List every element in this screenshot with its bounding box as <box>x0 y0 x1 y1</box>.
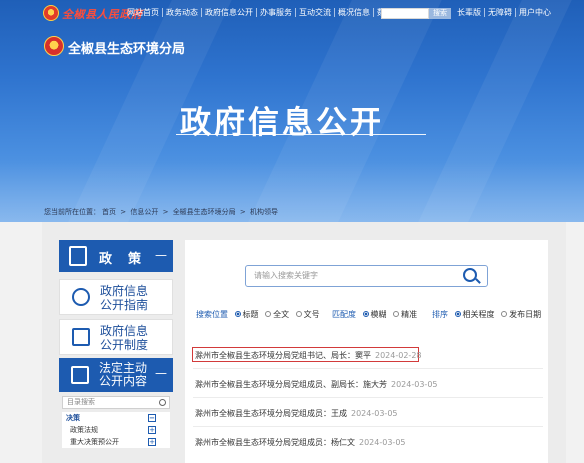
nav-news[interactable]: 政务动态 <box>163 8 202 17</box>
directory-tree: 决策 − 政策法规 + 重大决策预公开 + <box>62 412 170 448</box>
sidebar-item-policy[interactable]: 政策 — <box>59 240 173 272</box>
expand-icon[interactable]: + <box>148 426 156 434</box>
tree-item-regulations[interactable]: 政策法规 + <box>62 424 170 436</box>
nav-home[interactable]: 网站首页 <box>124 8 163 17</box>
filter-match: 匹配度 模糊 精准 <box>332 310 418 319</box>
radio-fulltext[interactable] <box>265 310 272 317</box>
collapse-icon[interactable]: — <box>155 366 167 380</box>
tree-item-decision[interactable]: 决策 − <box>62 412 170 424</box>
top-nav-bar: 全椒县人民政府 网站首页 政务动态 政府信息公开 办事服务 互动交流 概况信息 … <box>0 0 584 26</box>
breadcrumb-bureau[interactable]: 全椒县生态环境分局 <box>173 208 236 216</box>
radio-title[interactable] <box>234 310 241 317</box>
search-icon[interactable] <box>463 268 477 282</box>
expand-icon[interactable]: + <box>148 438 156 446</box>
nav-accessibility[interactable]: 无障碍 <box>485 8 516 17</box>
nav-elder-mode[interactable]: 长辈版 <box>454 8 485 17</box>
radio-exact[interactable] <box>393 310 400 317</box>
compass-icon <box>72 288 90 306</box>
nav-overview[interactable]: 概况信息 <box>335 8 374 17</box>
list-icon <box>71 366 89 384</box>
top-search-input[interactable] <box>381 8 429 19</box>
nav-interaction[interactable]: 互动交流 <box>296 8 335 17</box>
collapse-icon[interactable]: − <box>148 414 156 422</box>
sidebar-item-guide[interactable]: 政府信息 公开指南 <box>59 279 173 315</box>
bureau-emblem-icon <box>44 36 64 56</box>
result-item[interactable]: 滁州市全椒县生态环境分局党组书记、局长：窦平 2024-02-28 <box>195 350 422 361</box>
top-nav-right: 长辈版 无障碍 用户中心 <box>454 8 554 17</box>
radio-relevance[interactable] <box>454 310 461 317</box>
breadcrumb-home[interactable]: 首页 <box>102 208 116 216</box>
radio-date[interactable] <box>501 310 508 317</box>
tree-item-pre-disclosure[interactable]: 重大决策预公开 + <box>62 436 170 448</box>
banner-underline <box>176 134 426 135</box>
nav-disclosure[interactable]: 政府信息公开 <box>202 8 257 17</box>
result-item[interactable]: 滁州市全椒县生态环境分局党组成员：杨仁文 2024-03-05 <box>195 437 406 448</box>
document-icon <box>69 246 87 266</box>
filter-position: 搜索位置 标题 全文 文号 <box>196 310 320 319</box>
breadcrumb-current: 机构领导 <box>250 208 279 216</box>
result-item[interactable]: 滁州市全椒县生态环境分局党组成员：王成 2024-03-05 <box>195 408 398 419</box>
banner-title: 政府信息公开 <box>180 105 384 141</box>
result-item[interactable]: 滁州市全椒县生态环境分局党组成员、副局长：施大芳 2024-03-05 <box>195 379 438 390</box>
top-search-button[interactable]: 搜索 <box>429 8 451 19</box>
bureau-title: 全椒县生态环境分局 <box>68 42 186 57</box>
keyword-search-input[interactable]: 请输入搜索关键字 <box>245 265 488 287</box>
sidebar-item-system[interactable]: 政府信息 公开制度 <box>59 319 173 355</box>
search-icon[interactable] <box>159 399 166 406</box>
sidebar-item-statutory[interactable]: 法定主动 公开内容 — <box>59 358 173 392</box>
collapse-icon[interactable]: — <box>155 248 167 262</box>
national-emblem-icon <box>43 5 59 21</box>
nav-services[interactable]: 办事服务 <box>257 8 296 17</box>
nav-user-center[interactable]: 用户中心 <box>516 8 554 17</box>
book-icon <box>72 328 90 346</box>
radio-docno[interactable] <box>295 310 302 317</box>
filter-sort: 排序 相关程度 发布日期 <box>432 310 542 319</box>
breadcrumb-prefix: 您当前所在位置： <box>44 208 100 216</box>
breadcrumb-disclosure[interactable]: 信息公开 <box>130 208 158 216</box>
breadcrumb: 您当前所在位置： 首页 > 信息公开 > 全椒县生态环境分局 > 机构领导 <box>44 208 279 216</box>
radio-fuzzy[interactable] <box>362 310 369 317</box>
directory-search-input[interactable]: 目录搜索 <box>62 396 170 409</box>
top-nav: 网站首页 政务动态 政府信息公开 办事服务 互动交流 概况信息 数据发布 <box>124 8 412 17</box>
